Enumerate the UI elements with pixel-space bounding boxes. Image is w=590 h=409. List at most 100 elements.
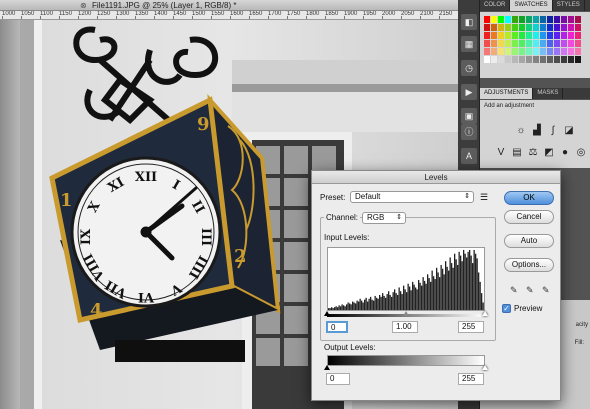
tab-adjustments[interactable]: ADJUSTMENTS [480,88,534,99]
color-swatch[interactable] [519,16,525,23]
color-swatch[interactable] [533,16,539,23]
white-point-eyedropper-icon[interactable]: ✎ [542,285,550,296]
color-panel-icon[interactable]: ◧ [461,14,477,30]
color-swatch[interactable] [561,16,567,23]
color-swatch[interactable] [491,56,497,63]
color-swatch[interactable] [505,32,511,39]
auto-button[interactable]: Auto [504,234,554,248]
color-swatch[interactable] [491,16,497,23]
color-swatch[interactable] [568,56,574,63]
color-swatch[interactable] [512,24,518,31]
color-swatch[interactable] [547,32,553,39]
brightness-icon[interactable]: ☼ [514,124,528,138]
cancel-button[interactable]: Cancel [504,210,554,224]
color-swatch[interactable] [575,32,581,39]
color-swatch[interactable] [484,24,490,31]
exposure-icon[interactable]: ◪ [562,124,576,138]
color-swatch[interactable] [568,24,574,31]
color-swatch[interactable] [533,56,539,63]
color-swatch[interactable] [561,56,567,63]
color-swatch[interactable] [547,48,553,55]
color-swatch[interactable] [526,40,532,47]
color-swatch[interactable] [526,48,532,55]
color-swatch[interactable] [540,16,546,23]
input-gamma-field[interactable]: 1.00 [392,321,418,333]
options-button[interactable]: Options... [504,258,554,272]
color-swatch[interactable] [498,32,504,39]
color-swatch[interactable] [547,16,553,23]
color-swatch[interactable] [498,40,504,47]
color-swatch[interactable] [554,16,560,23]
document-tab[interactable]: ⊗ File1191.JPG @ 25% (Layer 1, RGB/8) * [0,0,458,11]
color-swatch[interactable] [505,16,511,23]
color-swatch[interactable] [533,24,539,31]
input-white-slider[interactable] [482,311,488,316]
color-swatch[interactable] [519,56,525,63]
ok-button[interactable]: OK [504,191,554,205]
color-swatch[interactable] [540,24,546,31]
color-swatch[interactable] [526,24,532,31]
input-black-field[interactable]: 0 [326,321,348,333]
color-swatch[interactable] [491,40,497,47]
color-swatch[interactable] [512,40,518,47]
input-white-field[interactable]: 255 [458,321,484,333]
character-icon[interactable]: A [461,148,477,164]
color-swatch[interactable] [512,16,518,23]
color-swatch[interactable] [533,32,539,39]
color-swatch[interactable] [491,32,497,39]
color-swatch[interactable] [540,32,546,39]
color-swatch[interactable] [554,48,560,55]
photo-filter-icon[interactable]: ● [558,146,572,160]
color-swatch[interactable] [519,32,525,39]
output-white-slider[interactable] [482,365,488,370]
color-swatch[interactable] [491,48,497,55]
preview-checkbox[interactable]: ✓ [502,304,511,313]
input-black-slider[interactable] [324,311,330,316]
color-swatch[interactable] [575,48,581,55]
color-swatch[interactable] [575,16,581,23]
color-swatch[interactable] [498,48,504,55]
output-white-field[interactable]: 255 [458,373,484,385]
color-swatch[interactable] [484,48,490,55]
close-document-icon[interactable]: ⊗ [80,0,87,11]
color-swatch[interactable] [568,16,574,23]
color-swatch[interactable] [484,32,490,39]
color-swatch[interactable] [505,24,511,31]
vibrance-icon[interactable]: V [494,146,508,160]
color-swatch[interactable] [568,40,574,47]
color-swatch[interactable] [561,48,567,55]
color-swatch[interactable] [554,32,560,39]
color-swatch[interactable] [512,32,518,39]
color-swatch[interactable] [526,56,532,63]
color-swatch[interactable] [540,40,546,47]
color-swatch[interactable] [554,56,560,63]
color-swatch[interactable] [575,40,581,47]
color-swatch[interactable] [540,56,546,63]
tab-styles[interactable]: STYLES [553,0,585,11]
color-swatch[interactable] [547,56,553,63]
curves-icon[interactable]: ∫ [546,124,560,138]
tab-swatches[interactable]: SWATCHES [510,0,553,11]
color-swatch[interactable] [512,56,518,63]
color-swatch[interactable] [533,48,539,55]
black-white-icon[interactable]: ◩ [542,146,556,160]
color-swatch[interactable] [561,24,567,31]
color-swatch[interactable] [554,24,560,31]
color-swatch[interactable] [561,32,567,39]
color-swatch[interactable] [512,48,518,55]
preset-options-icon[interactable]: ☰ [480,192,488,203]
actions-icon[interactable]: ▶ [461,84,477,100]
color-swatch[interactable] [519,48,525,55]
color-swatch[interactable] [484,16,490,23]
history-icon[interactable]: ◷ [461,60,477,76]
color-swatch[interactable] [498,56,504,63]
color-swatch[interactable] [526,32,532,39]
color-swatch[interactable] [505,48,511,55]
color-swatch[interactable] [547,40,553,47]
color-swatch[interactable] [484,40,490,47]
info-icon[interactable]: ⓘ [461,124,477,140]
color-swatch[interactable] [498,16,504,23]
hue-saturation-icon[interactable]: ▤ [510,146,524,160]
channel-mixer-icon[interactable]: ◎ [574,146,588,160]
color-balance-icon[interactable]: ⚖ [526,146,540,160]
